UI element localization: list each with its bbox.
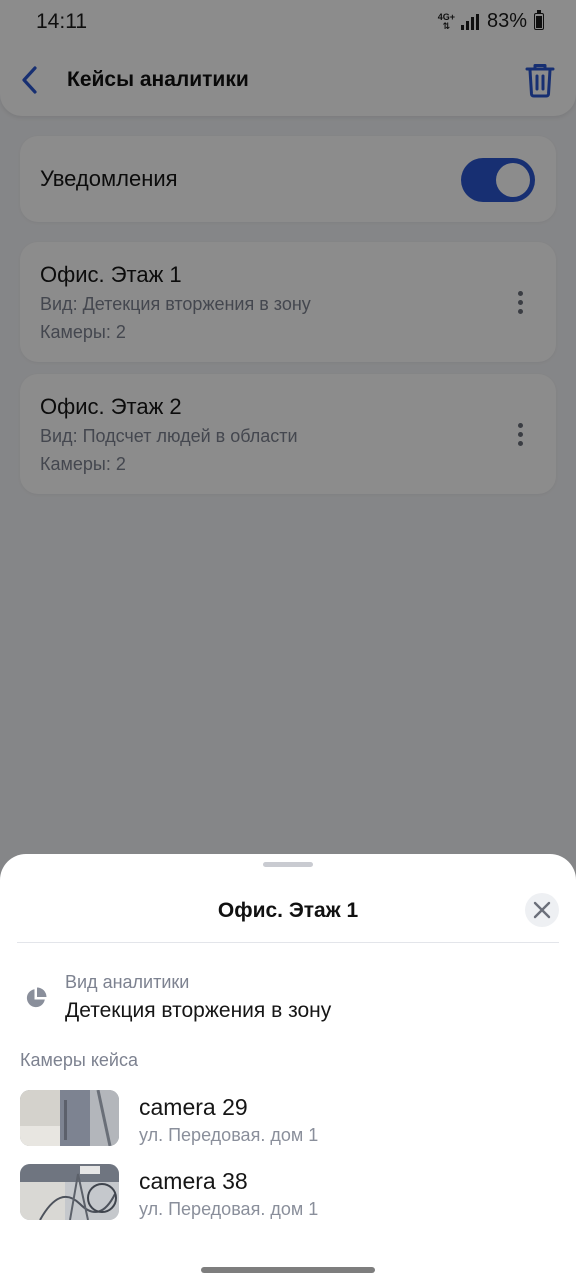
case-cameras-heading: Камеры кейса	[20, 1050, 138, 1070]
camera-list-item[interactable]: camera 29 ул. Передовая. дом 1	[0, 1090, 576, 1150]
close-icon	[533, 901, 551, 919]
camera-name: camera 38	[139, 1168, 248, 1194]
home-indicator[interactable]	[201, 1267, 375, 1273]
analytics-type-label: Вид аналитики	[65, 972, 190, 992]
camera-thumbnail	[20, 1164, 119, 1220]
sheet-title: Офис. Этаж 1	[217, 899, 359, 922]
sheet-drag-handle[interactable]	[263, 862, 313, 867]
case-details-sheet: Офис. Этаж 1 Вид аналитики Детекция втор…	[0, 854, 576, 1280]
camera-name: camera 29	[139, 1094, 248, 1120]
camera-address: ул. Передовая. дом 1	[139, 1199, 319, 1219]
divider	[17, 942, 559, 943]
close-button[interactable]	[525, 893, 559, 927]
camera-list-item[interactable]: camera 38 ул. Передовая. дом 1	[0, 1164, 576, 1224]
pie-chart-icon	[26, 987, 47, 1008]
camera-thumbnail	[20, 1090, 119, 1146]
analytics-type-value: Детекция вторжения в зону	[65, 999, 332, 1022]
camera-address: ул. Передовая. дом 1	[139, 1125, 319, 1145]
